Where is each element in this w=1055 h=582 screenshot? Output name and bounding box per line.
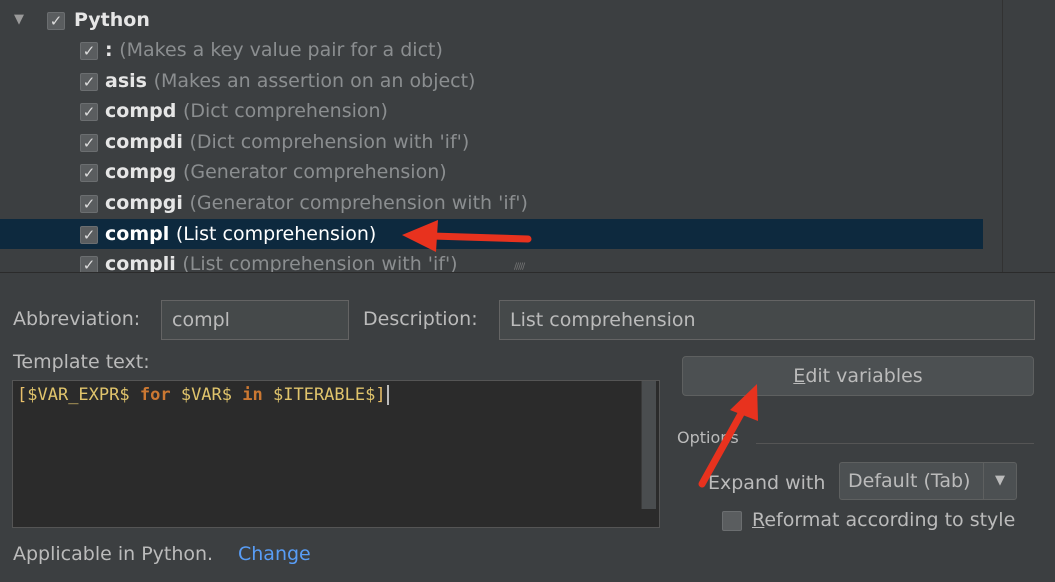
annotation-arrows [402, 220, 758, 488]
arrow-to-selected-item [402, 220, 532, 252]
arrow-to-edit-variables [698, 384, 758, 488]
